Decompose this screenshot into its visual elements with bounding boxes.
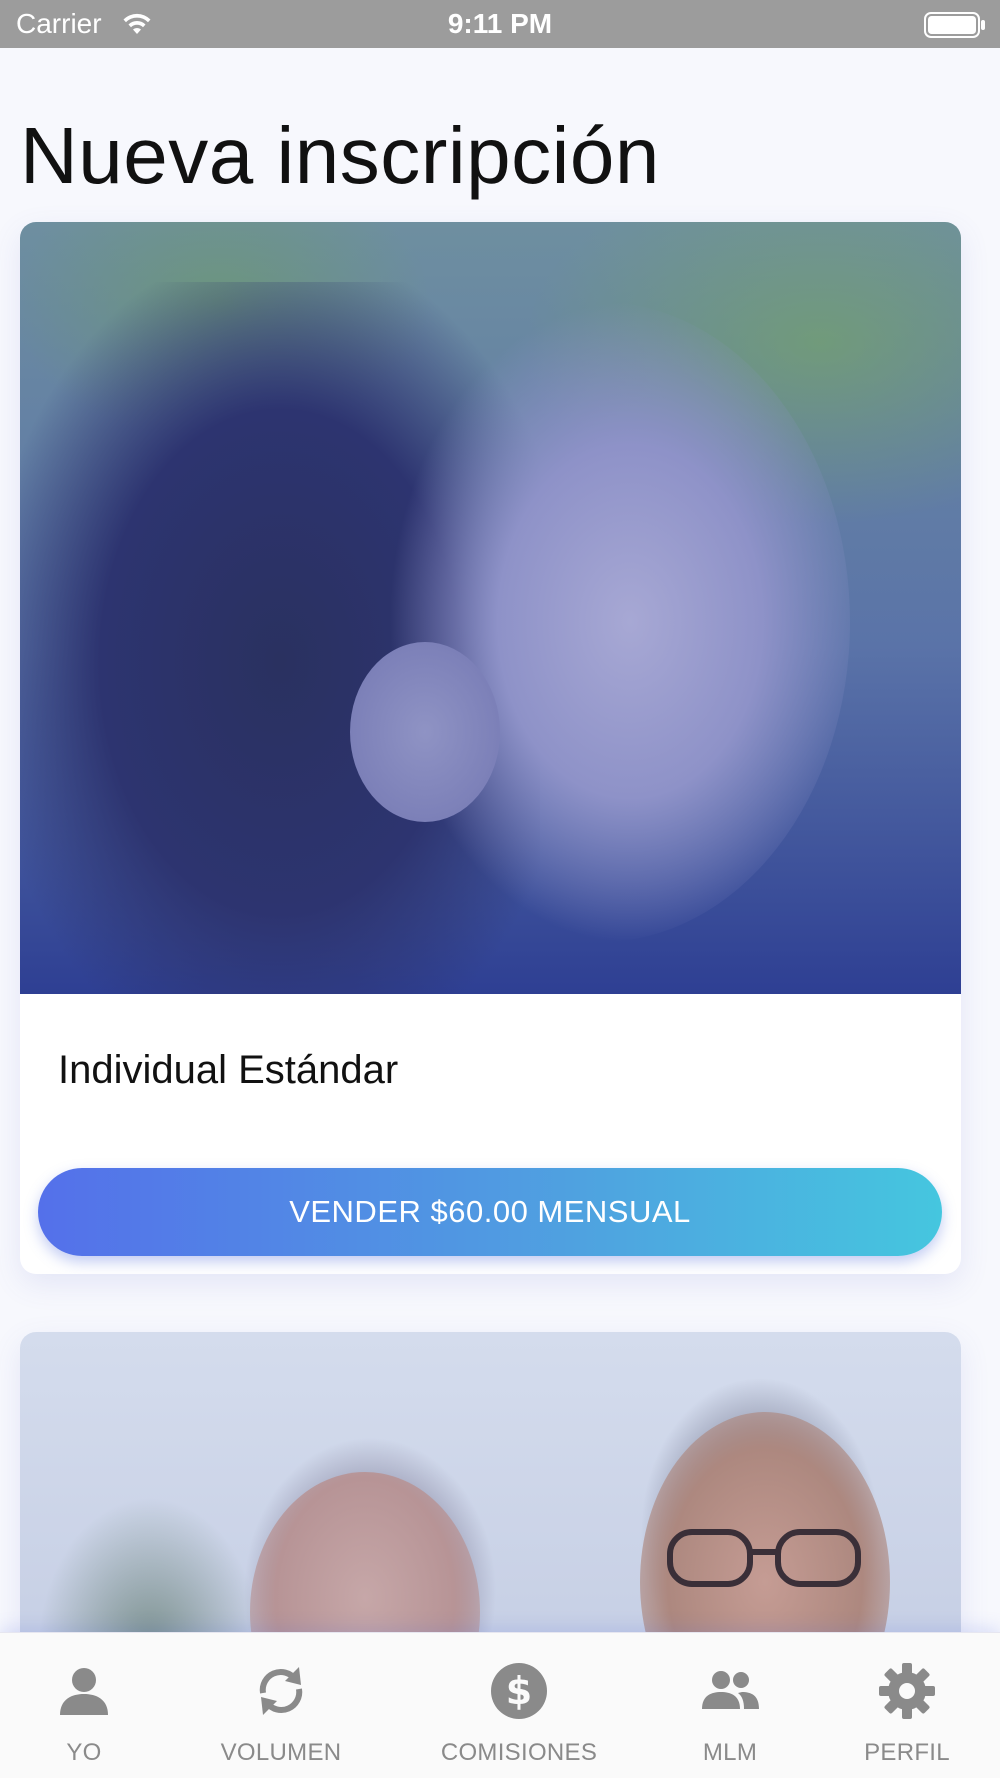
tab-label-volumen: VOLUMEN xyxy=(220,1739,342,1766)
group-icon xyxy=(702,1671,759,1709)
tab-mlm[interactable]: MLM xyxy=(640,1633,820,1778)
tab-comisiones[interactable]: $ COMISIONES xyxy=(429,1633,609,1778)
tab-label-yo: YO xyxy=(66,1739,102,1766)
photo-glasses-shape xyxy=(667,1529,861,1587)
battery-icon xyxy=(924,12,985,38)
gear-icon xyxy=(879,1663,935,1719)
photo-ear-shape xyxy=(350,642,500,822)
plan-card: Individual Estándar VENDER $60.00 MENSUA… xyxy=(20,222,961,1274)
photo-face-shape xyxy=(350,302,850,942)
plan-image-woman xyxy=(20,222,961,994)
page-title: Nueva inscripción xyxy=(20,111,660,200)
tab-volumen[interactable]: VOLUMEN xyxy=(191,1633,371,1778)
tab-yo[interactable]: YO xyxy=(0,1633,174,1778)
tab-perfil[interactable]: PERFIL xyxy=(817,1633,997,1778)
plan-name: Individual Estándar xyxy=(58,1048,399,1092)
status-time: 9:11 PM xyxy=(447,8,553,39)
sell-plan-button[interactable]: VENDER $60.00 MENSUAL xyxy=(38,1168,942,1256)
tab-bar: YO VOLUMEN $ COMISIONES MLM PERFIL xyxy=(0,1632,1000,1778)
svg-text:$: $ xyxy=(506,1669,532,1713)
tab-label-perfil: PERFIL xyxy=(864,1739,950,1766)
tab-label-comisiones: COMISIONES xyxy=(440,1739,598,1766)
person-icon xyxy=(60,1668,108,1715)
dollar-circle-icon: $ xyxy=(491,1663,547,1719)
status-bar: Carrier 9:11 PM xyxy=(0,0,1000,48)
refresh-icon xyxy=(259,1667,303,1715)
tab-label-mlm: MLM xyxy=(702,1739,758,1766)
